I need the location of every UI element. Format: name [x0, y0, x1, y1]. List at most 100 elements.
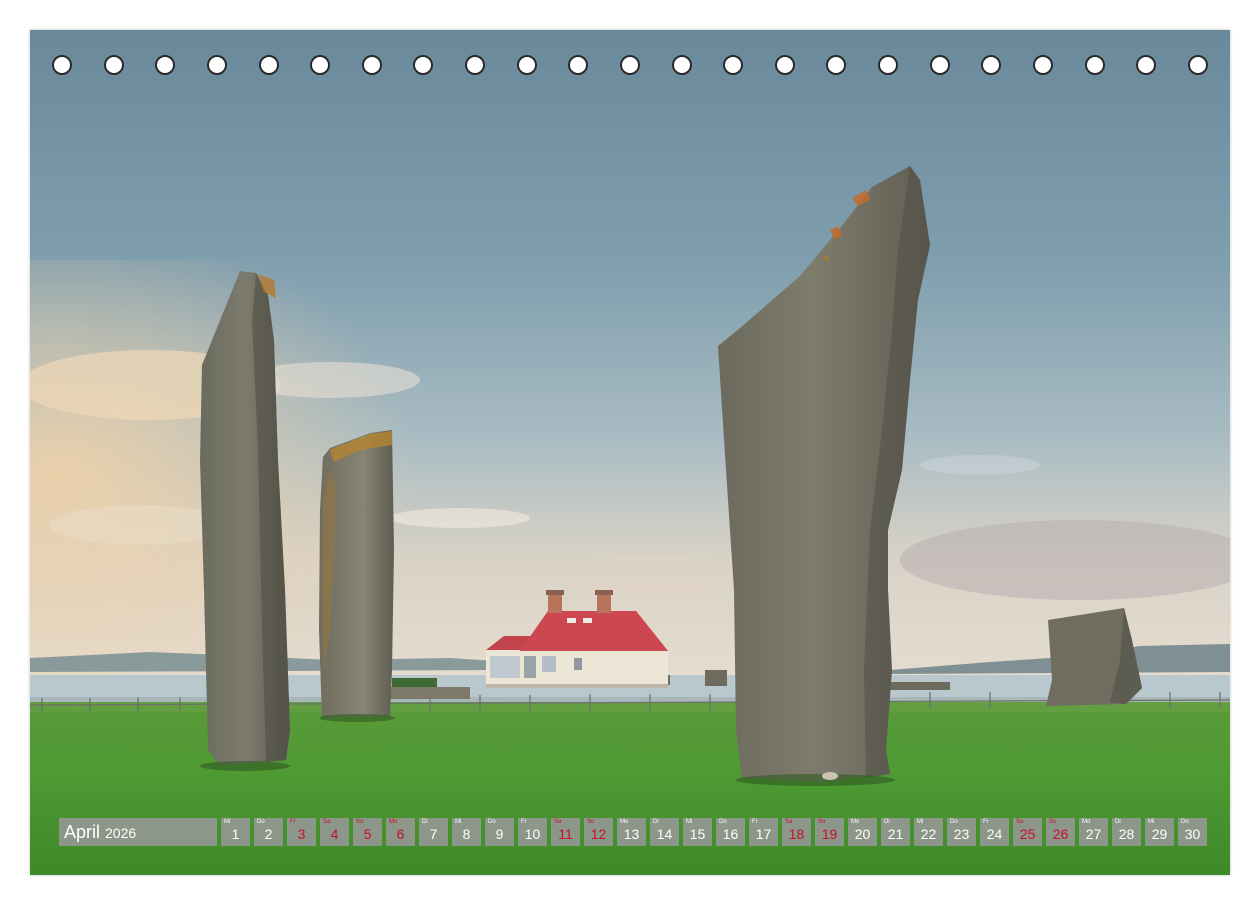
- weekday-abbr: Di: [653, 819, 659, 825]
- weekday-abbr: Mi: [1148, 819, 1155, 825]
- binding-hole: [413, 55, 434, 75]
- calendar-day: Fr 24: [980, 818, 1009, 846]
- day-number: 24: [986, 826, 1003, 842]
- calendar-day: Fr 3: [287, 818, 316, 846]
- day-number: 25: [1019, 826, 1036, 842]
- binding-hole: [1084, 55, 1105, 75]
- day-number: 23: [953, 826, 970, 842]
- calendar-day: Do 2: [254, 818, 283, 846]
- binding-hole: [310, 55, 331, 75]
- day-number: 15: [689, 826, 706, 842]
- weekday-abbr: So: [818, 819, 826, 825]
- binding-hole: [929, 55, 950, 75]
- calendar-day: Do 30: [1178, 818, 1207, 846]
- calendar-day: Do 23: [947, 818, 976, 846]
- weekday-abbr: So: [1049, 819, 1057, 825]
- calendar-day: So 26: [1046, 818, 1075, 846]
- calendar-day: Sa 11: [551, 818, 580, 846]
- calendar-day: Mi 15: [683, 818, 712, 846]
- binding-hole: [516, 55, 537, 75]
- day-number: 30: [1184, 826, 1201, 842]
- binding-hole: [826, 55, 847, 75]
- weekday-abbr: Fr: [752, 819, 758, 825]
- weekday-abbr: Do: [1181, 819, 1189, 825]
- binding-hole: [774, 55, 795, 75]
- day-number: 22: [920, 826, 937, 842]
- weekday-abbr: Mo: [389, 819, 398, 825]
- day-number: 1: [231, 826, 240, 842]
- day-number: 2: [264, 826, 273, 842]
- day-number: 17: [755, 826, 772, 842]
- calendar-day: Do 16: [716, 818, 745, 846]
- weekday-abbr: Mi: [455, 819, 462, 825]
- spiral-binding-holes: [52, 55, 1208, 79]
- weekday-abbr: Do: [488, 819, 496, 825]
- calendar-day: Mi 29: [1145, 818, 1174, 846]
- calendar-day: Mo 27: [1079, 818, 1108, 846]
- weekday-abbr: Mo: [620, 819, 629, 825]
- weekday-abbr: Fr: [983, 819, 989, 825]
- month-year: 2026: [105, 825, 137, 841]
- weekday-abbr: Mo: [1082, 819, 1091, 825]
- weekday-abbr: Mo: [851, 819, 860, 825]
- binding-hole: [1136, 55, 1157, 75]
- weekday-abbr: Di: [884, 819, 890, 825]
- weekday-abbr: Mi: [224, 819, 231, 825]
- weekday-abbr: So: [587, 819, 595, 825]
- binding-hole: [258, 55, 279, 75]
- binding-hole: [52, 55, 72, 75]
- weekday-abbr: Mi: [917, 819, 924, 825]
- day-number: 12: [590, 826, 607, 842]
- calendar-day: Mo 13: [617, 818, 646, 846]
- day-number: 5: [363, 826, 372, 842]
- binding-hole: [206, 55, 227, 75]
- day-number: 3: [297, 826, 306, 842]
- calendar-day: Sa 25: [1013, 818, 1042, 846]
- calendar-strip: April 2026 Mi 1 Do 2 Fr 3 Sa 4 So 5 Mo 6 Di 7 Mi 8 Do 9 Fr…: [59, 818, 1207, 846]
- day-number: 6: [396, 826, 405, 842]
- binding-hole: [981, 55, 1002, 75]
- calendar-day: So 19: [815, 818, 844, 846]
- calendar-day: Do 9: [485, 818, 514, 846]
- calendar-day: Mi 22: [914, 818, 943, 846]
- calendar-day: Mi 8: [452, 818, 481, 846]
- binding-hole: [568, 55, 589, 75]
- binding-hole: [723, 55, 744, 75]
- day-number: 14: [656, 826, 673, 842]
- calendar-day: Fr 10: [518, 818, 547, 846]
- month-label: April 2026: [59, 818, 217, 846]
- day-number: 29: [1151, 826, 1168, 842]
- weekday-abbr: Mi: [686, 819, 693, 825]
- weekday-abbr: Do: [719, 819, 727, 825]
- day-number: 26: [1052, 826, 1069, 842]
- standing-stone-middle: [319, 430, 395, 722]
- weekday-abbr: Fr: [290, 819, 296, 825]
- calendar-day: Mo 20: [848, 818, 877, 846]
- calendar-day: So 5: [353, 818, 382, 846]
- standing-stone-far: [1046, 608, 1142, 706]
- day-number: 16: [722, 826, 739, 842]
- weekday-abbr: Sa: [554, 819, 562, 825]
- calendar-day: Sa 18: [782, 818, 811, 846]
- weekday-abbr: Do: [257, 819, 265, 825]
- calendar-day: Di 7: [419, 818, 448, 846]
- day-number: 11: [558, 826, 573, 842]
- calendar-day: Di 21: [881, 818, 910, 846]
- binding-hole: [619, 55, 640, 75]
- binding-hole: [1032, 55, 1053, 75]
- binding-hole: [155, 55, 176, 75]
- calendar-day: Sa 4: [320, 818, 349, 846]
- weekday-abbr: So: [356, 819, 364, 825]
- calendar-day: Mi 1: [221, 818, 250, 846]
- day-number: 20: [854, 826, 871, 842]
- calendar-photo: [30, 30, 1230, 875]
- day-number: 21: [887, 826, 904, 842]
- month-name: April: [64, 821, 101, 842]
- weekday-abbr: Fr: [521, 819, 527, 825]
- calendar-day: Di 14: [650, 818, 679, 846]
- weekday-abbr: Sa: [323, 819, 331, 825]
- day-number: 19: [821, 826, 838, 842]
- calendar-day: Mo 6: [386, 818, 415, 846]
- binding-hole: [361, 55, 382, 75]
- day-number: 9: [495, 826, 504, 842]
